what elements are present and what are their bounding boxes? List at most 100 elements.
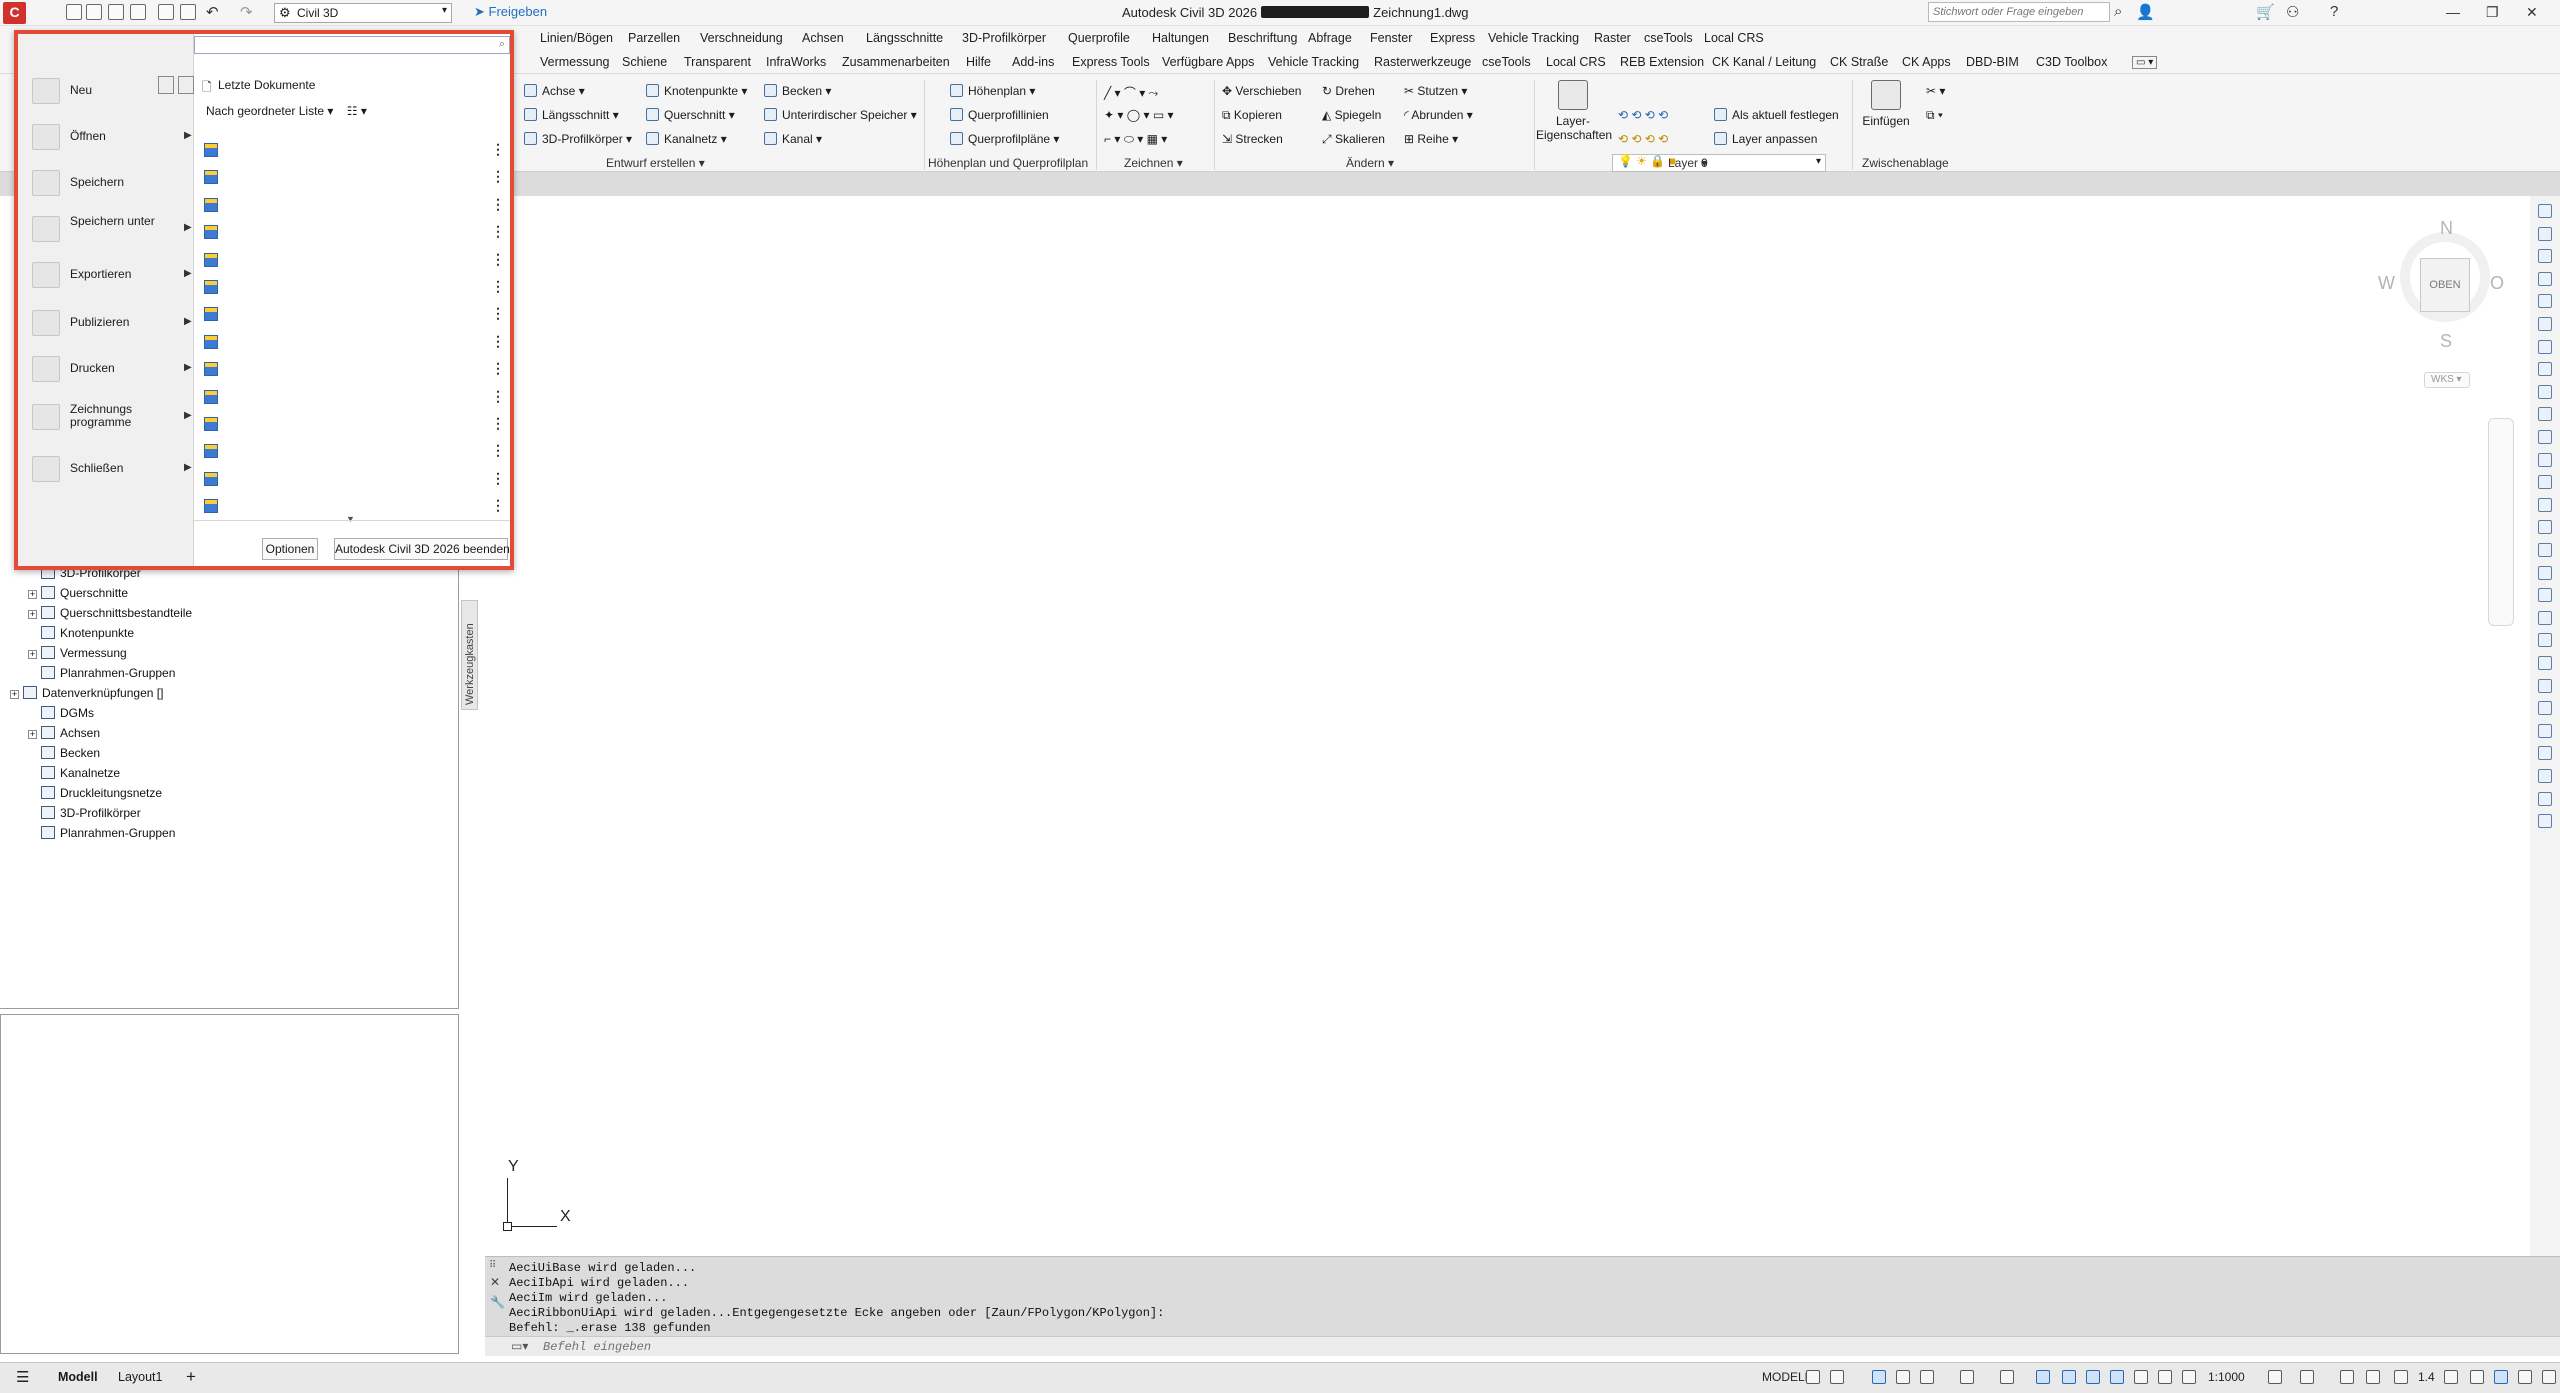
tool-icon[interactable] bbox=[2538, 407, 2552, 422]
more-options-icon[interactable]: ⋮ bbox=[491, 306, 505, 320]
expand-icon[interactable]: + bbox=[10, 690, 19, 699]
status-toggle-icon[interactable] bbox=[1830, 1370, 1844, 1384]
tab-3d-profilkoerper[interactable]: 3D-Profilkörper bbox=[962, 31, 1046, 45]
tree-item[interactable]: Kanalnetze bbox=[28, 766, 120, 780]
more-options-icon[interactable]: ⋮ bbox=[491, 169, 505, 183]
tool-icon[interactable] bbox=[2538, 271, 2552, 286]
layer-tools-row-2[interactable]: ⟲ ⟲ ⟲ ⟲ bbox=[1618, 132, 1668, 146]
tool-icon[interactable] bbox=[2538, 791, 2552, 806]
tab-ck-kanal[interactable]: CK Kanal / Leitung bbox=[1712, 55, 1816, 69]
tab-ck-strasse[interactable]: CK Straße bbox=[1830, 55, 1888, 69]
tab-vehicle-tracking-2[interactable]: Vehicle Tracking bbox=[1268, 55, 1359, 69]
tool-icon[interactable] bbox=[2538, 656, 2552, 670]
querprofillinien-button[interactable]: Querprofillinien bbox=[950, 108, 1049, 122]
more-options-icon[interactable]: ⋮ bbox=[491, 498, 505, 512]
drawing-canvas[interactable] bbox=[485, 196, 2530, 1256]
tab-raster[interactable]: Raster bbox=[1594, 31, 1631, 45]
tab-parzellen[interactable]: Parzellen bbox=[628, 31, 680, 45]
scroll-down-icon[interactable]: ▼ bbox=[346, 514, 355, 524]
status-toggle-icon[interactable] bbox=[2394, 1370, 2408, 1384]
print-icon[interactable] bbox=[180, 4, 196, 20]
more-options-icon[interactable]: ⋮ bbox=[491, 389, 505, 403]
einfuegen-button[interactable]: Einfügen bbox=[1856, 80, 1916, 128]
status-toggle-icon[interactable] bbox=[2470, 1370, 2484, 1384]
kanal-button[interactable]: Kanal ▾ bbox=[764, 132, 822, 146]
kanalnetz-button[interactable]: Kanalnetz ▾ bbox=[646, 132, 727, 146]
toolbox-vertical-tab[interactable]: Werkzeugkasten bbox=[461, 600, 478, 710]
tab-reb-extension[interactable]: REB Extension bbox=[1620, 55, 1704, 69]
recent-document-item[interactable]: ⋮ bbox=[204, 387, 505, 409]
cart-icon[interactable]: 🛒 bbox=[2256, 3, 2275, 21]
hamburger-icon[interactable]: ☰ bbox=[16, 1368, 29, 1386]
recent-document-item[interactable]: ⋮ bbox=[204, 250, 505, 272]
tab-rasterwerkzeuge[interactable]: Rasterwerkzeuge bbox=[1374, 55, 1471, 69]
navigation-bar[interactable] bbox=[2488, 418, 2514, 626]
tree-item[interactable]: DGMs bbox=[28, 706, 94, 720]
tab-verfuegbare-apps[interactable]: Verfügbare Apps bbox=[1162, 55, 1254, 69]
tool-icon[interactable] bbox=[2538, 249, 2552, 264]
more-options-icon[interactable]: ⋮ bbox=[491, 197, 505, 211]
status-toggle-icon[interactable] bbox=[2268, 1370, 2282, 1384]
profilkoerper-button[interactable]: 3D-Profilkörper ▾ bbox=[524, 132, 632, 146]
viewcube-top-face[interactable]: OBEN bbox=[2420, 258, 2470, 312]
tab-laengsschnitte[interactable]: Längsschnitte bbox=[866, 31, 943, 45]
compass-north[interactable]: N bbox=[2440, 218, 2453, 239]
tab-achsen[interactable]: Achsen bbox=[802, 31, 844, 45]
tab-querprofile[interactable]: Querprofile bbox=[1068, 31, 1130, 45]
user-icon[interactable]: 👤 bbox=[2136, 3, 2155, 21]
status-toggle-icon[interactable] bbox=[1806, 1370, 1820, 1384]
grip-icon[interactable]: ⠿ bbox=[489, 1260, 496, 1271]
customize-icon[interactable]: 🔧 bbox=[490, 1295, 505, 1309]
status-toggle-icon[interactable] bbox=[2182, 1370, 2196, 1384]
tree-item[interactable]: Knotenpunkte bbox=[28, 626, 134, 640]
tool-icon[interactable] bbox=[2538, 362, 2552, 377]
annotation-scale[interactable]: 1:1000 bbox=[2208, 1370, 2245, 1384]
new-file-icon[interactable] bbox=[66, 4, 82, 20]
status-toggle-icon[interactable] bbox=[1960, 1370, 1974, 1384]
connect-icon[interactable]: ⚇ bbox=[2286, 3, 2299, 21]
tab-c3d-toolbox[interactable]: C3D Toolbox bbox=[2036, 55, 2107, 69]
skalieren-button[interactable]: ⤢ Skalieren bbox=[1322, 132, 1385, 147]
spiegeln-button[interactable]: ◭ Spiegeln bbox=[1322, 108, 1381, 122]
tree-item[interactable]: + Querschnitte bbox=[28, 586, 128, 600]
recent-document-item[interactable]: ⋮ bbox=[204, 222, 505, 244]
status-toggle-icon[interactable] bbox=[2062, 1370, 2076, 1384]
tool-icon[interactable] bbox=[2538, 588, 2552, 603]
expand-icon[interactable]: + bbox=[28, 590, 37, 599]
status-toggle-icon[interactable] bbox=[2444, 1370, 2458, 1384]
status-toggle-icon[interactable] bbox=[2110, 1370, 2124, 1384]
save-as-icon[interactable] bbox=[130, 4, 146, 20]
recent-document-item[interactable]: ⋮ bbox=[204, 414, 505, 436]
expand-icon[interactable]: + bbox=[28, 610, 37, 619]
querprofilplaene-button[interactable]: Querprofilpläne ▾ bbox=[950, 132, 1059, 146]
tool-icon[interactable] bbox=[2538, 430, 2552, 444]
layer-tools-row-1[interactable]: ⟲ ⟲ ⟲ ⟲ bbox=[1618, 108, 1668, 122]
tab-dbd-bim[interactable]: DBD-BIM bbox=[1966, 55, 2019, 69]
sort-order-select[interactable]: Nach geordneter Liste ▾ ☷ ▾ bbox=[206, 104, 367, 118]
achse-button[interactable]: Achse ▾ bbox=[524, 84, 585, 98]
tree-item[interactable]: 3D-Profilkörper bbox=[28, 806, 141, 820]
tree-item[interactable]: + Vermessung bbox=[28, 646, 127, 660]
tool-icon[interactable] bbox=[2538, 520, 2552, 535]
tool-icon[interactable] bbox=[2538, 565, 2552, 580]
menu-search-input[interactable]: ⌕ bbox=[194, 36, 510, 54]
tab-schiene[interactable]: Schiene bbox=[622, 55, 667, 69]
tab-fenster[interactable]: Fenster bbox=[1370, 31, 1412, 45]
status-toggle-icon[interactable] bbox=[2300, 1370, 2314, 1384]
recent-document-item[interactable]: ⋮ bbox=[204, 332, 505, 354]
more-options-icon[interactable]: ⋮ bbox=[491, 279, 505, 293]
cut-icon[interactable]: ✂ ▾ bbox=[1926, 84, 1945, 98]
querschnitt-button[interactable]: Querschnitt ▾ bbox=[646, 108, 735, 122]
drehen-button[interactable]: ↻ Drehen bbox=[1322, 84, 1375, 98]
close-icon[interactable]: ✕ bbox=[2526, 4, 2538, 21]
copy-clip-icon[interactable]: ⧉ ▾ bbox=[1926, 108, 1943, 123]
tool-icon[interactable] bbox=[2538, 723, 2552, 738]
tab-vermessung[interactable]: Vermessung bbox=[540, 55, 609, 69]
tree-item[interactable]: + Querschnittsbestandteile bbox=[28, 606, 192, 620]
group-entwurf-label[interactable]: Entwurf erstellen ▾ bbox=[606, 156, 705, 170]
more-options-icon[interactable]: ⋮ bbox=[491, 443, 505, 457]
tab-infraworks[interactable]: InfraWorks bbox=[766, 55, 826, 69]
tree-item[interactable]: + Datenverknüpfungen [] bbox=[10, 686, 163, 700]
app-menu-item[interactable]: Öffnen ▶ bbox=[28, 120, 192, 156]
app-menu-item[interactable]: Speichern unter ▶ bbox=[28, 212, 192, 248]
